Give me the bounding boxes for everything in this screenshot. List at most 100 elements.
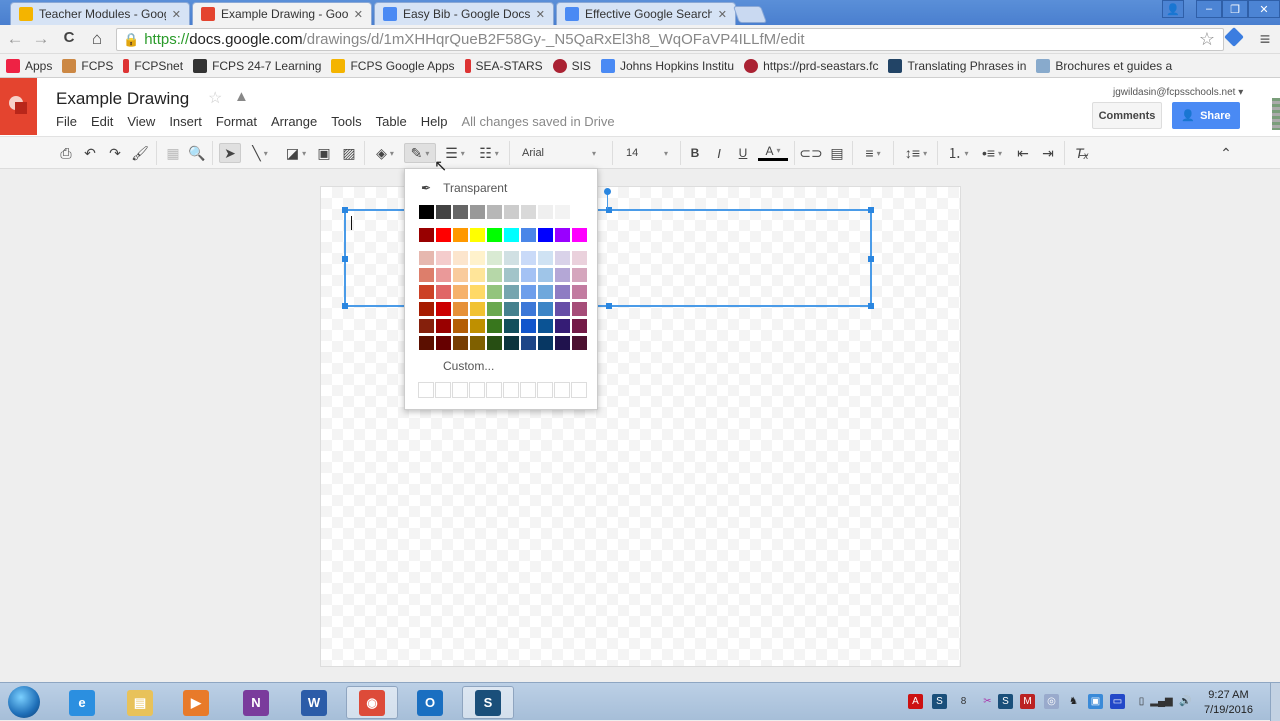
bookmark-star-icon[interactable]: ☆ (1199, 29, 1215, 50)
resize-handle[interactable] (868, 256, 874, 262)
tab-easy-bib[interactable]: Easy Bib - Google Docs ✕ (374, 2, 554, 25)
taskbar-snagit[interactable]: S (462, 686, 514, 719)
show-desktop-button[interactable] (1270, 683, 1280, 721)
resize-handle[interactable] (606, 303, 612, 309)
disc-tray-icon[interactable]: ◎ (1044, 694, 1059, 709)
color-swatch[interactable] (521, 285, 536, 299)
link-icon[interactable]: ⊂⊃ (799, 143, 822, 163)
color-swatch[interactable] (487, 285, 502, 299)
color-swatch[interactable] (521, 319, 536, 333)
user-profile-icon[interactable]: 👤 (1162, 0, 1184, 18)
chrome-menu-icon[interactable]: ≡ (1254, 29, 1276, 50)
collapse-menus-icon[interactable]: ⌃ (1216, 143, 1236, 163)
color-swatch[interactable] (453, 319, 468, 333)
tab-effective-google-searching[interactable]: Effective Google Searchin ✕ (556, 2, 736, 25)
color-swatch[interactable] (470, 302, 485, 316)
color-swatch[interactable] (555, 285, 570, 299)
color-swatch[interactable] (436, 251, 451, 265)
color-swatch[interactable] (504, 336, 519, 350)
bookmark-fcps[interactable]: FCPS (62, 58, 113, 73)
color-swatch[interactable] (555, 336, 570, 350)
color-swatch[interactable] (470, 228, 485, 242)
color-swatch[interactable] (419, 319, 434, 333)
color-swatch[interactable] (419, 336, 434, 350)
bookmark-translating-phrases[interactable]: Translating Phrases in (888, 58, 1026, 73)
text-box-icon[interactable]: ▣ (314, 143, 334, 163)
color-swatch[interactable] (572, 251, 587, 265)
account-switcher[interactable]: jgwildasin@fcpsschools.net ▾ (1113, 87, 1243, 98)
color-swatch[interactable] (419, 268, 434, 282)
line-tool-icon[interactable]: ╲ ▾ (245, 143, 275, 163)
color-swatch[interactable] (538, 205, 553, 219)
menu-arrange[interactable]: Arrange (271, 114, 317, 129)
mcafee-tray-icon[interactable]: M (1020, 694, 1035, 709)
text-color-button[interactable]: A ▾ (758, 143, 788, 161)
underline-button[interactable]: U (734, 143, 752, 163)
custom-color-slot[interactable] (554, 382, 570, 398)
color-swatch[interactable] (538, 319, 553, 333)
color-swatch[interactable] (487, 228, 502, 242)
color-swatch[interactable] (419, 251, 434, 265)
taskbar-onenote[interactable]: N (230, 686, 282, 719)
comments-button[interactable]: Comments (1092, 102, 1162, 129)
numbered-list-icon[interactable]: ⒈ ▾ (943, 143, 973, 163)
taskbar-internet-explorer[interactable]: e (56, 686, 108, 719)
print-icon[interactable]: ⎙ (56, 143, 76, 163)
share-button[interactable]: 👤 Share (1172, 102, 1240, 129)
battery-icon[interactable]: ▯ (1134, 694, 1149, 709)
taskbar-chrome[interactable]: ◉ (346, 686, 398, 719)
color-swatch[interactable] (453, 336, 468, 350)
display-tray-icon[interactable]: ▭ (1110, 694, 1125, 709)
color-swatch[interactable] (504, 268, 519, 282)
color-swatch[interactable] (572, 302, 587, 316)
back-icon[interactable]: ← (4, 29, 26, 49)
color-swatch[interactable] (436, 205, 451, 219)
close-tab-icon[interactable]: ✕ (354, 8, 363, 21)
bookmark-sis[interactable]: SIS (552, 58, 591, 73)
resize-handle[interactable] (868, 303, 874, 309)
border-dash-icon[interactable]: ☷ ▾ (474, 143, 504, 163)
color-swatch[interactable] (572, 268, 587, 282)
color-swatch[interactable] (538, 302, 553, 316)
bookmark-apps[interactable]: Apps (6, 58, 52, 73)
color-swatch[interactable] (470, 268, 485, 282)
url-input[interactable]: 🔒 https:// docs.google.com /drawings/d/1… (116, 28, 1224, 51)
bookmark-sea-stars[interactable]: SEA-STARS (464, 58, 543, 73)
menu-table[interactable]: Table (376, 114, 407, 129)
restore-button[interactable]: ❐ (1222, 0, 1248, 18)
color-swatch[interactable] (555, 205, 570, 219)
document-title[interactable]: Example Drawing (56, 89, 189, 109)
custom-color-option[interactable]: Custom... (443, 359, 494, 373)
fill-color-icon[interactable]: ◈ ▾ (370, 143, 400, 163)
italic-button[interactable]: I (710, 143, 728, 163)
color-swatch[interactable] (470, 205, 485, 219)
color-swatch[interactable] (504, 302, 519, 316)
bookmark-brochures[interactable]: Brochures et guides a (1036, 58, 1172, 73)
color-swatch[interactable] (538, 336, 553, 350)
tab-example-drawing[interactable]: Example Drawing - Goog ✕ (192, 2, 372, 25)
color-swatch[interactable] (453, 228, 468, 242)
menu-format[interactable]: Format (216, 114, 257, 129)
zoom-icon[interactable]: 🔍 (187, 143, 207, 163)
color-swatch[interactable] (419, 205, 434, 219)
taskbar-word[interactable]: W (288, 686, 340, 719)
system-clock[interactable]: 9:27 AM 7/19/2016 (1204, 688, 1253, 718)
color-swatch[interactable] (572, 285, 587, 299)
custom-color-slot[interactable] (520, 382, 536, 398)
color-swatch[interactable] (504, 285, 519, 299)
star-icon[interactable]: ☆ (208, 88, 222, 108)
tab-teacher-modules[interactable]: Teacher Modules - Goog ✕ (10, 2, 190, 25)
color-swatch[interactable] (419, 285, 434, 299)
color-swatch[interactable] (504, 205, 519, 219)
close-tab-icon[interactable]: ✕ (536, 8, 545, 21)
color-swatch[interactable] (504, 228, 519, 242)
custom-color-slot[interactable] (469, 382, 485, 398)
color-swatch[interactable] (453, 251, 468, 265)
google-drawings-logo[interactable] (0, 78, 37, 135)
align-icon[interactable]: ≡ ▾ (858, 143, 888, 163)
color-swatch[interactable] (419, 302, 434, 316)
redo-icon[interactable]: ↷ (105, 143, 125, 163)
s-tray-icon[interactable]: 8 (956, 694, 971, 709)
extension-icon[interactable] (1224, 27, 1244, 47)
color-swatch[interactable] (504, 319, 519, 333)
